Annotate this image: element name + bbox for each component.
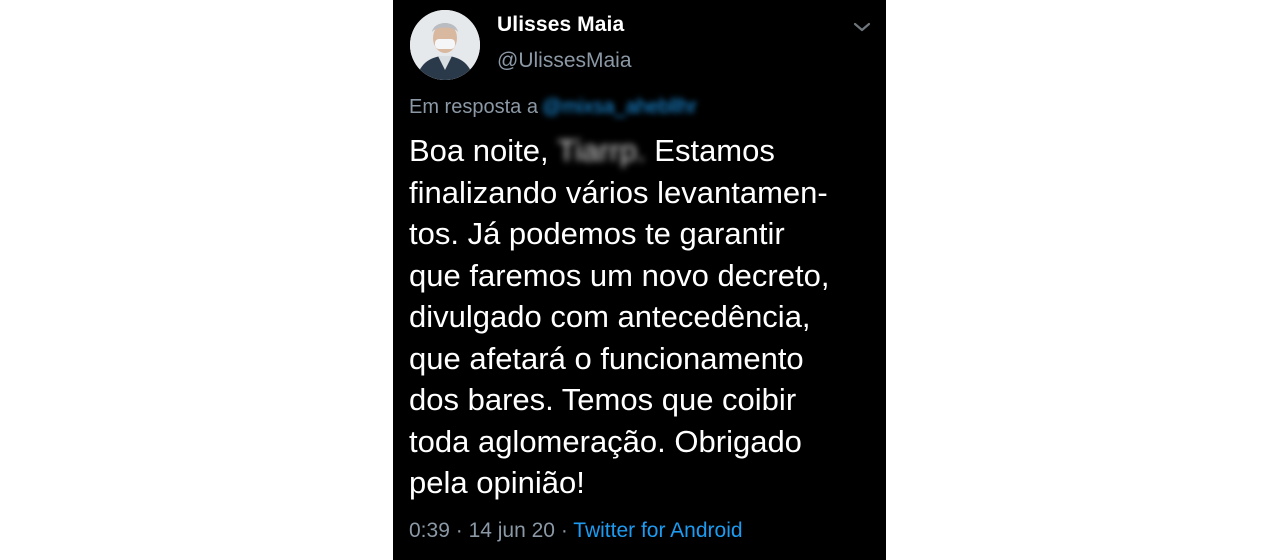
avatar-photo-icon xyxy=(410,10,480,80)
tweet-line: dos bares. Temos que coibir xyxy=(409,382,797,417)
tweet-line: que afetará o funcionamento xyxy=(409,340,804,376)
author-handle[interactable]: @UlissesMaia xyxy=(497,49,632,73)
reply-context: Em resposta a @mixsa_ahebllhr xyxy=(409,96,697,119)
meta-separator: · xyxy=(455,519,463,542)
tweet-text-prefix: Boa noite, xyxy=(409,133,549,168)
tweet-line: Boa noite, Tiarrp. Estamos xyxy=(409,130,879,172)
chevron-down-icon[interactable] xyxy=(851,18,873,36)
tweet-date[interactable]: 14 jun 20 xyxy=(469,519,555,542)
tweet-line: que faremos um novo decreto, xyxy=(409,257,830,293)
tweet-time[interactable]: 0:39 xyxy=(409,519,450,542)
tweet-line: finalizando vários levantamen- xyxy=(409,174,828,210)
author-avatar[interactable] xyxy=(410,10,480,80)
tweet-line: tos. Já podemos te garantir xyxy=(409,216,785,251)
tweet-card: Ulisses Maia @UlissesMaia Em resposta a @… xyxy=(393,0,886,560)
meta-separator: · xyxy=(560,519,568,542)
tweet-source-link[interactable]: Twitter for Android xyxy=(573,519,742,542)
redacted-name: Tiarrp. xyxy=(557,133,646,168)
author-name[interactable]: Ulisses Maia xyxy=(497,13,624,37)
reply-label: Em resposta a xyxy=(409,96,538,118)
reply-handle-link[interactable]: @mixsa_ahebllhr xyxy=(542,96,697,118)
tweet-line: pela opinião! xyxy=(409,465,585,500)
tweet-meta: 0:39 · 14 jun 20 · Twitter for Android xyxy=(409,519,743,543)
tweet-line: toda aglomeração. Obrigado xyxy=(409,423,802,459)
tweet-text-suffix: Estamos xyxy=(654,133,775,168)
tweet-text: Boa noite, Tiarrp. Estamos finalizando v… xyxy=(409,130,879,504)
tweet-line: divulgado com antecedência, xyxy=(409,299,811,334)
